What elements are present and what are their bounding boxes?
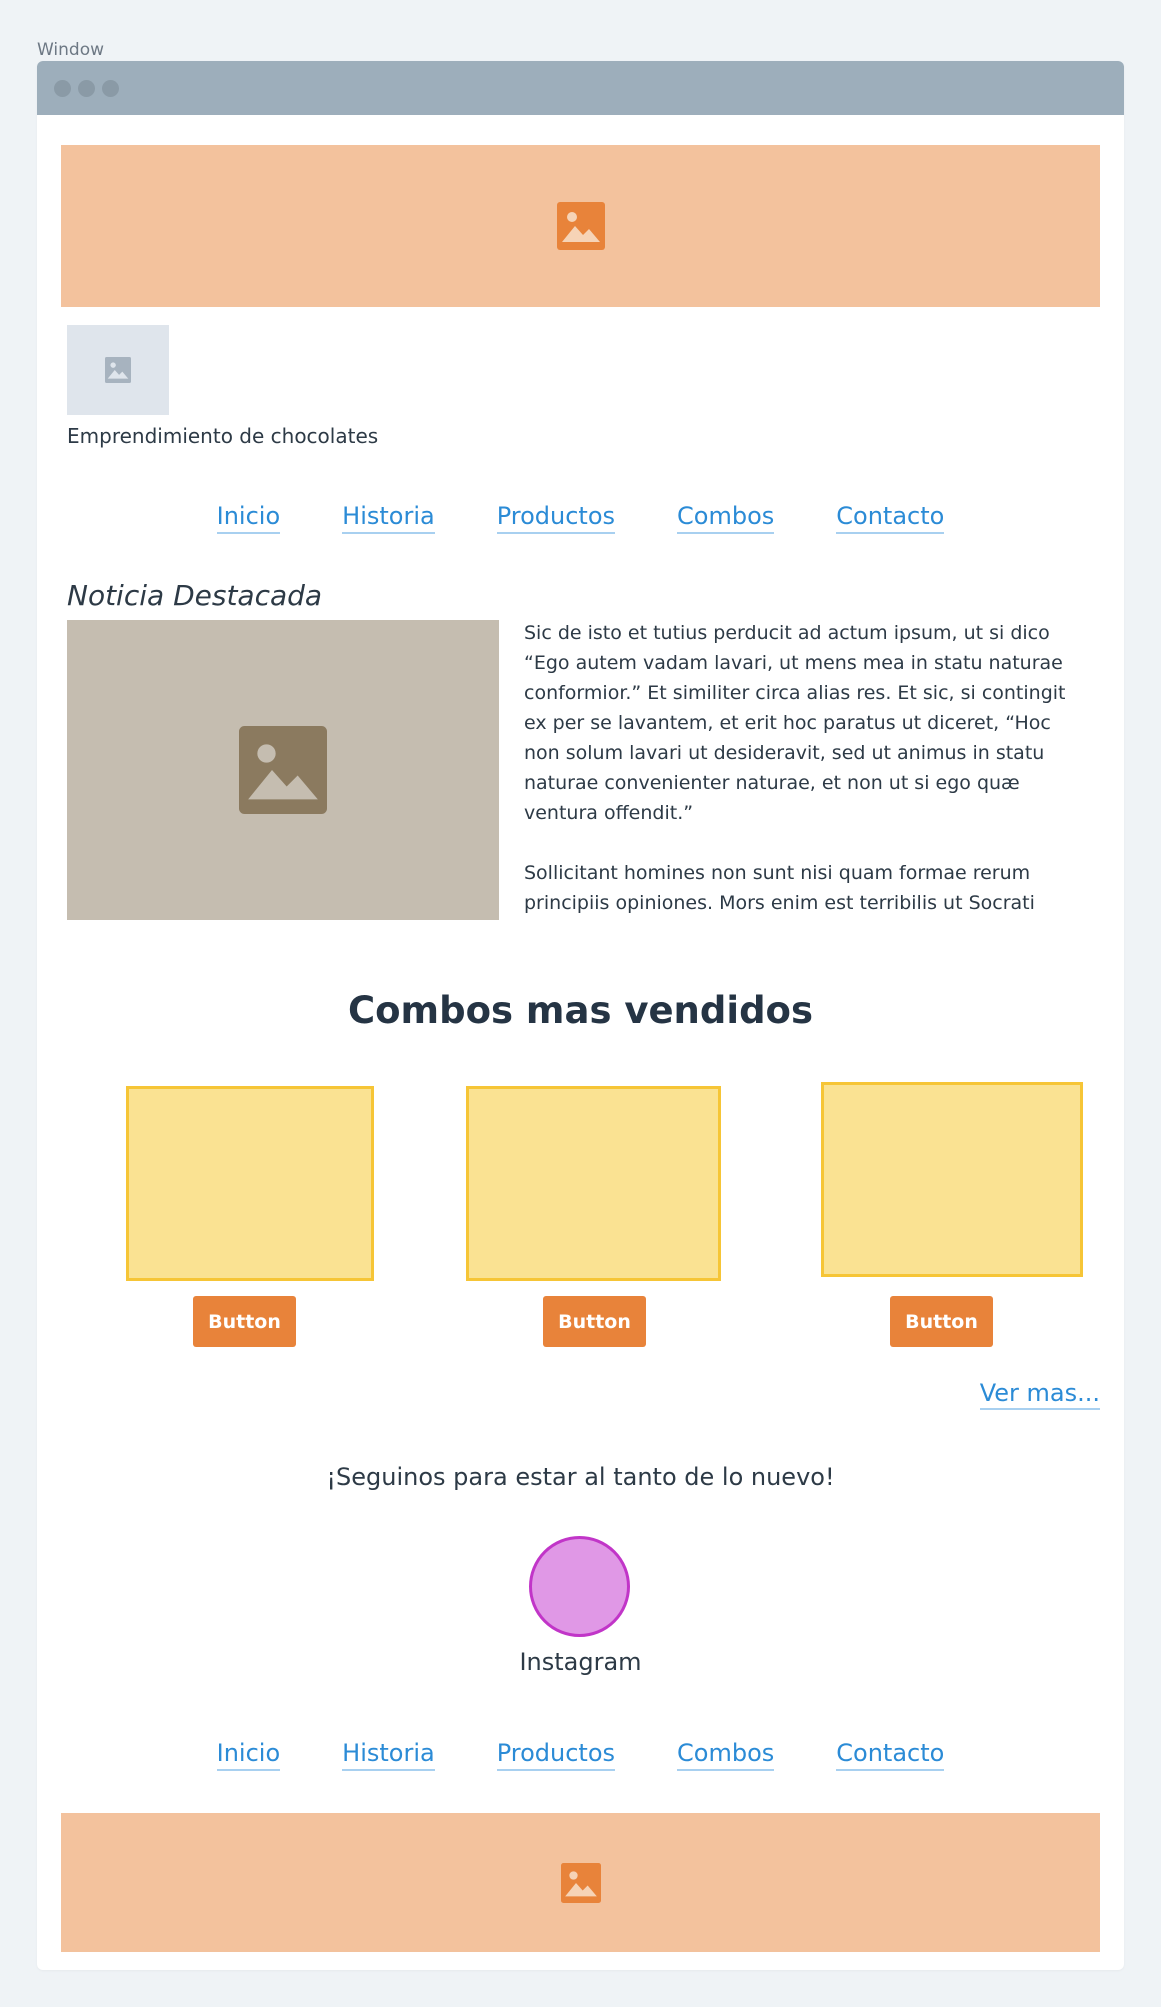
combo-button[interactable]: Button [543,1296,646,1347]
window-maximize-dot[interactable] [102,80,119,97]
combo-card[interactable] [821,1082,1083,1277]
instagram-label[interactable]: Instagram [37,1648,1124,1676]
window-titlebar[interactable] [37,61,1124,115]
combo-card[interactable] [466,1086,721,1281]
footer-nav-productos[interactable]: Productos [496,1738,616,1771]
image-icon [556,202,605,250]
article-paragraph: Sic de isto et tutius perducit ad actum … [524,622,1066,824]
combos-title: Combos mas vendidos [347,989,813,1032]
footer-banner [61,1813,1100,1952]
nav-contacto[interactable]: Contacto [836,501,945,534]
footer-nav-historia[interactable]: Historia [342,1738,435,1771]
footer-nav-combos[interactable]: Combos [677,1738,775,1771]
bottom-navigation: Inicio Historia Productos Combos Contact… [37,1738,1124,1771]
nav-historia[interactable]: Historia [342,501,435,534]
ver-mas-link[interactable]: Ver mas... [979,1378,1100,1410]
featured-image [67,620,499,920]
nav-combos[interactable]: Combos [677,501,775,534]
image-icon [239,726,327,814]
footer-nav-inicio[interactable]: Inicio [216,1738,281,1771]
top-navigation: Inicio Historia Productos Combos Contact… [37,501,1124,534]
window-minimize-dot[interactable] [78,80,95,97]
brand-name: Emprendimiento de chocolates [67,424,379,448]
nav-productos[interactable]: Productos [496,501,616,534]
featured-article: Sic de isto et tutius perducit ad actum … [524,618,1069,920]
brand-logo [67,325,169,415]
image-icon [560,1862,601,1903]
nav-inicio[interactable]: Inicio [216,501,281,534]
featured-title: Noticia Destacada [67,579,323,612]
browser-window: Emprendimiento de chocolates Inicio Hist… [37,61,1124,1970]
image-icon [105,357,131,383]
combo-card[interactable] [126,1086,374,1281]
header-banner [61,145,1100,307]
footer-nav-contacto[interactable]: Contacto [836,1738,945,1771]
combo-button[interactable]: Button [193,1296,296,1347]
article-paragraph: Sollicitant homines non sunt nisi quam f… [524,862,1035,914]
window-close-dot[interactable] [54,80,71,97]
combo-button[interactable]: Button [890,1296,993,1347]
window-label: Window [37,40,105,60]
follow-text: ¡Seguinos para estar al tanto de lo nuev… [326,1463,835,1491]
instagram-icon[interactable] [529,1536,630,1637]
